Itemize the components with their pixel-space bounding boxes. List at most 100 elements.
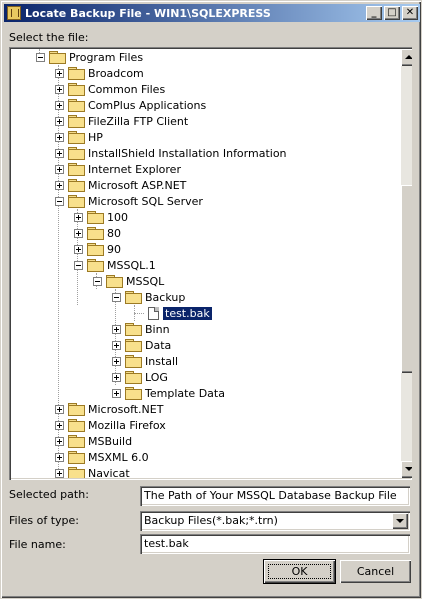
tree-item-data[interactable]: Data [112, 337, 171, 353]
tree-item-internet-explorer[interactable]: Internet Explorer [55, 161, 181, 177]
collapse-icon[interactable] [55, 196, 64, 206]
expand-icon[interactable] [112, 340, 121, 350]
expand-icon[interactable] [112, 372, 121, 382]
tree-item-broadcom[interactable]: Broadcom [55, 65, 144, 81]
folder-icon [125, 371, 142, 384]
folder-icon [68, 435, 85, 448]
expand-icon[interactable] [55, 164, 64, 174]
tree-item-label: MSBuild [88, 434, 133, 448]
tree-item-common-files[interactable]: Common Files [55, 81, 165, 97]
collapse-icon[interactable] [93, 276, 102, 286]
expand-icon[interactable] [55, 84, 64, 94]
scrollbar-thumb[interactable] [401, 185, 412, 373]
expand-icon[interactable] [112, 388, 121, 398]
tree-item-label: 80 [107, 226, 121, 240]
expand-icon[interactable] [55, 116, 64, 126]
collapse-icon[interactable] [74, 260, 83, 270]
tree-item-hp[interactable]: HP [55, 129, 103, 145]
selected-path-field[interactable]: The Path of Your MSSQL Database Backup F… [140, 486, 410, 506]
tree-viewport: Program Files Broadcom Common Files ComP… [11, 49, 392, 478]
tree-item-label: Install [145, 354, 179, 368]
folder-open-icon [87, 259, 104, 272]
expand-icon[interactable] [55, 148, 64, 158]
tree-item-label: 90 [107, 242, 121, 256]
tree-item-microsoft-aspnet[interactable]: Microsoft ASP.NET [55, 177, 186, 193]
tree-item-100[interactable]: 100 [74, 209, 128, 225]
collapse-icon[interactable] [36, 52, 45, 62]
expand-icon[interactable] [74, 212, 83, 222]
expand-icon[interactable] [55, 68, 64, 78]
folder-open-icon [49, 51, 66, 64]
files-of-type-value: Backup Files(*.bak;*.trn) [144, 514, 278, 527]
tree-item-filezilla[interactable]: FileZilla FTP Client [55, 113, 188, 129]
folder-icon [68, 451, 85, 464]
tree-item-label: Microsoft ASP.NET [88, 178, 187, 192]
tree-item-label: Data [145, 338, 172, 352]
arrow-up-icon [405, 55, 412, 59]
tree-item-msbuild[interactable]: MSBuild [55, 433, 132, 449]
file-name-label: File name: [9, 538, 66, 551]
tree-item-label-selected: test.bak [162, 305, 213, 321]
folder-tree[interactable]: Program Files Broadcom Common Files ComP… [9, 47, 412, 480]
expand-icon[interactable] [55, 100, 64, 110]
folder-icon [68, 147, 85, 160]
tree-item-microsoft-sql-server[interactable]: Microsoft SQL Server [55, 193, 203, 209]
files-of-type-select[interactable]: Backup Files(*.bak;*.trn) [140, 511, 410, 531]
expand-icon[interactable] [112, 324, 121, 334]
tree-item-90[interactable]: 90 [74, 241, 121, 257]
expand-icon[interactable] [55, 452, 64, 462]
scroll-down-button[interactable] [401, 461, 412, 478]
expand-icon[interactable] [55, 132, 64, 142]
tree-item-binn[interactable]: Binn [112, 321, 170, 337]
ok-button[interactable]: OK [263, 559, 336, 584]
tree-item-backup[interactable]: Backup [112, 289, 185, 305]
tree-item-label: Program Files [69, 50, 144, 64]
expand-icon[interactable] [55, 436, 64, 446]
tree-item-label: Microsoft SQL Server [88, 194, 203, 208]
tree-item-microsoft-net[interactable]: Microsoft.NET [55, 401, 163, 417]
tree-item-installshield[interactable]: InstallShield Installation Information [55, 145, 287, 161]
tree-item-80[interactable]: 80 [74, 225, 121, 241]
tree-item-test-bak[interactable]: test.bak [148, 305, 213, 321]
tree-item-mozilla-firefox[interactable]: Mozilla Firefox [55, 417, 166, 433]
tree-item-install[interactable]: Install [112, 353, 178, 369]
minimize-button[interactable]: _ [366, 6, 382, 20]
file-name-field[interactable]: test.bak [140, 534, 410, 554]
folder-icon [125, 387, 142, 400]
dropdown-button[interactable] [392, 513, 408, 529]
expand-icon[interactable] [74, 244, 83, 254]
folder-icon [125, 323, 142, 336]
tree-item-label: Internet Explorer [88, 162, 181, 176]
expand-icon[interactable] [55, 404, 64, 414]
tree-item-msxml[interactable]: MSXML 6.0 [55, 449, 149, 465]
expand-icon[interactable] [55, 468, 64, 478]
expand-icon[interactable] [112, 356, 121, 366]
tree-vertical-scrollbar[interactable] [401, 49, 412, 478]
chevron-down-icon [396, 519, 404, 523]
expand-icon[interactable] [55, 420, 64, 430]
tree-item-label: InstallShield Installation Information [88, 146, 287, 160]
expand-icon[interactable] [74, 228, 83, 238]
tree-item-template-data[interactable]: Template Data [112, 385, 225, 401]
tree-item-mssql[interactable]: MSSQL [93, 273, 164, 289]
files-of-type-label: Files of type: [9, 514, 80, 527]
tree-item-mssql1[interactable]: MSSQL.1 [74, 257, 156, 273]
folder-icon [87, 227, 104, 240]
tree-item-complus-applications[interactable]: ComPlus Applications [55, 97, 206, 113]
tree-item-label: 100 [107, 210, 128, 224]
close-button[interactable]: ✕ [402, 6, 418, 20]
tree-item-label: Navicat [88, 466, 130, 479]
maximize-button[interactable]: □ [384, 6, 400, 20]
tree-item-log[interactable]: LOG [112, 369, 168, 385]
folder-icon [68, 419, 85, 432]
cancel-button[interactable]: Cancel [340, 560, 411, 583]
tree-item-navicat[interactable]: Navicat [55, 465, 130, 478]
title-bar[interactable]: Locate Backup File - WIN1\SQLEXPRESS _ □… [4, 4, 420, 22]
folder-icon [125, 355, 142, 368]
scroll-up-button[interactable] [401, 49, 412, 66]
folder-icon [87, 211, 104, 224]
tree-item-label: Common Files [88, 82, 166, 96]
expand-icon[interactable] [55, 180, 64, 190]
tree-item-program-files[interactable]: Program Files [36, 49, 143, 65]
collapse-icon[interactable] [112, 292, 121, 302]
